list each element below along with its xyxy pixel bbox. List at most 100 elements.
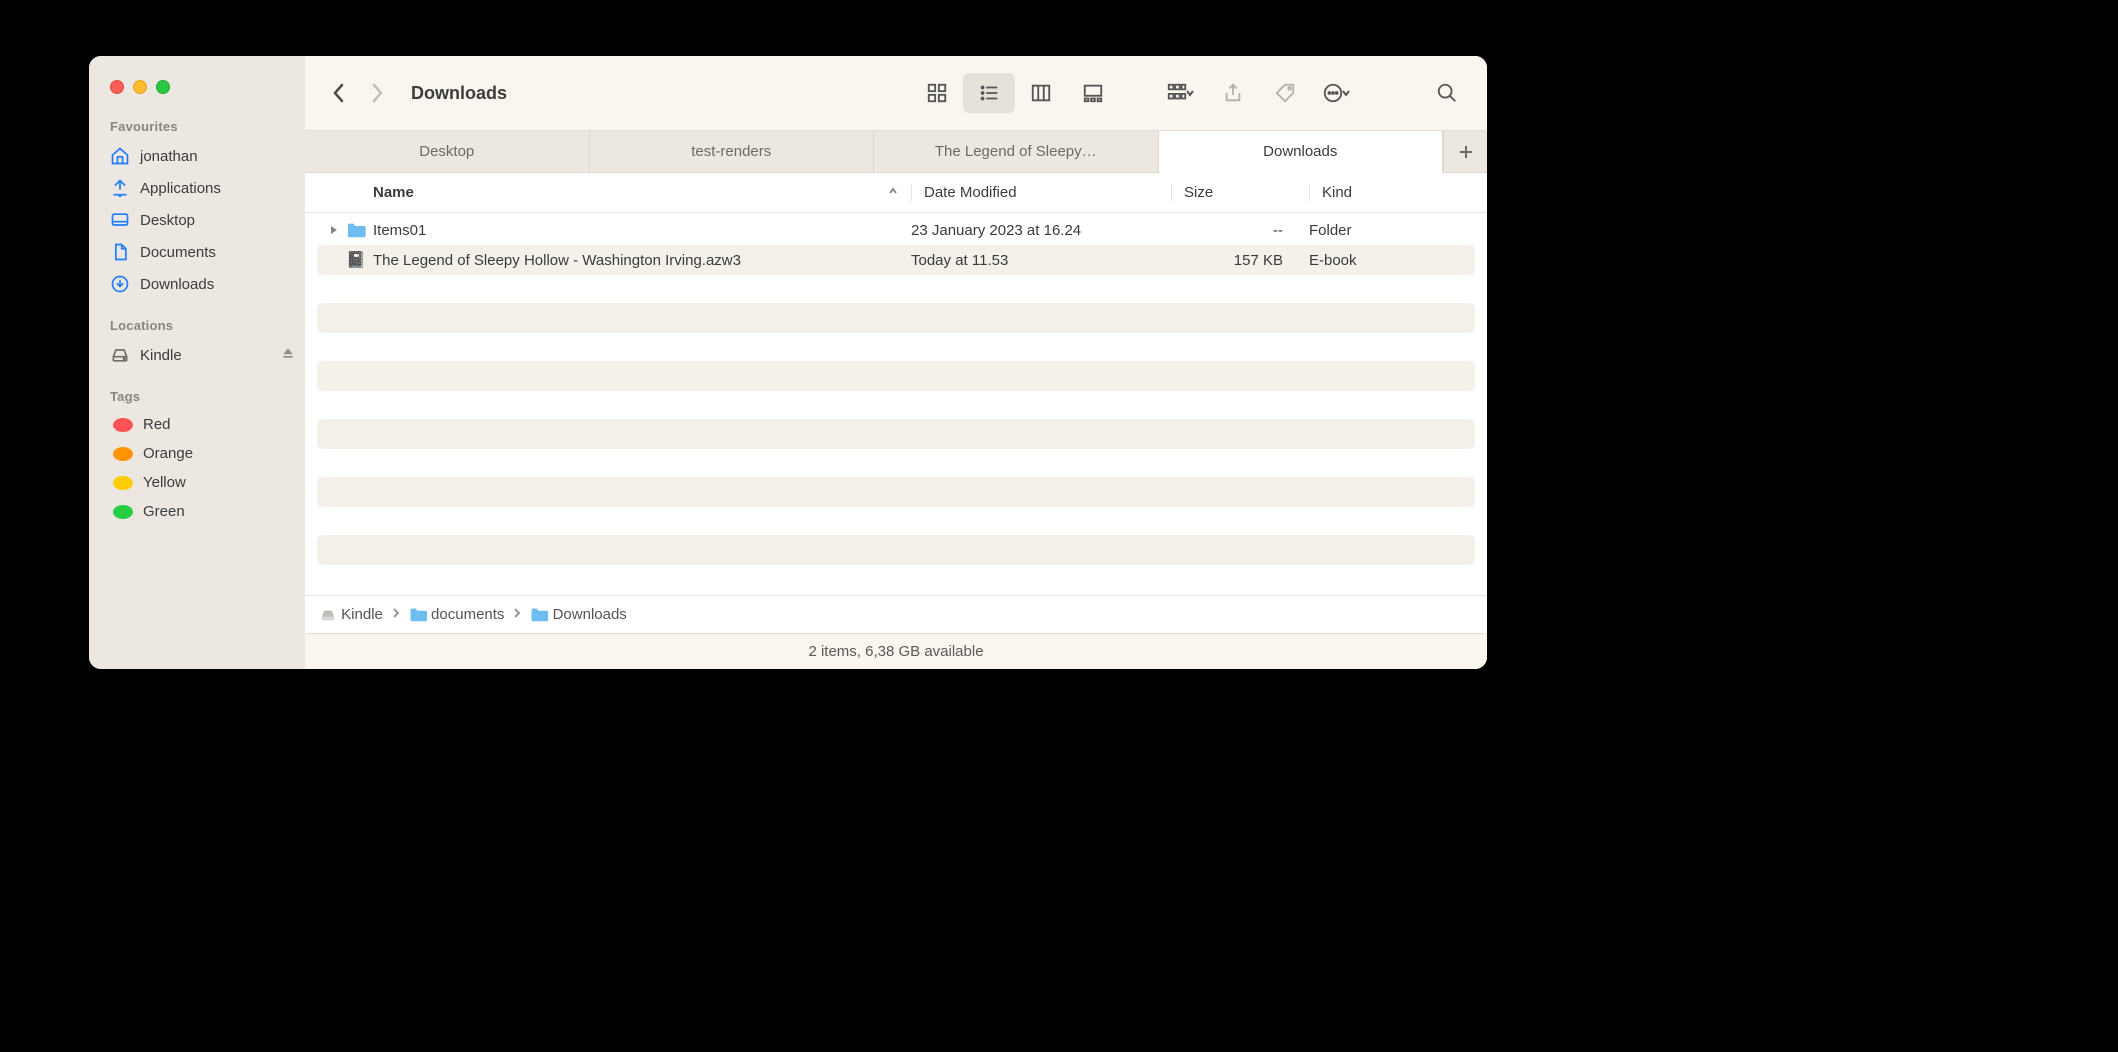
tag-dot-icon — [113, 476, 133, 490]
download-icon — [110, 274, 130, 294]
sidebar-item-label: Orange — [143, 445, 295, 462]
column-headers: Name Date Modified Size Kind — [305, 173, 1487, 213]
minimize-window-button[interactable] — [133, 80, 147, 94]
view-columns-button[interactable] — [1015, 73, 1067, 113]
sidebar-item-documents[interactable]: Documents — [89, 236, 305, 268]
sort-ascending-icon — [887, 184, 899, 201]
column-header-date[interactable]: Date Modified — [911, 184, 1171, 201]
empty-row: . — [317, 419, 1475, 449]
path-segment-kindle[interactable]: Kindle — [319, 606, 383, 624]
sidebar-header-tags: Tags — [89, 389, 305, 410]
column-header-size[interactable]: Size — [1171, 184, 1309, 201]
sidebar-header-locations: Locations — [89, 318, 305, 339]
toolbar: Downloads — [305, 56, 1487, 131]
desktop-icon — [110, 210, 130, 230]
list-spacer — [317, 449, 1475, 477]
list-spacer — [317, 333, 1475, 361]
column-header-label: Kind — [1322, 184, 1352, 201]
sidebar-tag-yellow[interactable]: Yellow — [89, 468, 305, 497]
column-header-label: Date Modified — [924, 184, 1017, 201]
applications-icon — [110, 178, 130, 198]
tag-dot-icon — [113, 447, 133, 461]
sidebar-tag-green[interactable]: Green — [89, 497, 305, 526]
sidebar-item-home[interactable]: jonathan — [89, 140, 305, 172]
disclosure-triangle-icon[interactable] — [323, 222, 345, 239]
tab-label: test-renders — [691, 143, 771, 160]
empty-row: . — [317, 303, 1475, 333]
path-label: Downloads — [553, 606, 627, 623]
empty-row: . — [317, 477, 1475, 507]
file-list: Items01 23 January 2023 at 16.24 -- Fold… — [305, 213, 1487, 595]
search-button[interactable] — [1425, 73, 1469, 113]
new-tab-button[interactable] — [1443, 131, 1487, 172]
column-header-label: Name — [373, 184, 414, 201]
column-header-kind[interactable]: Kind — [1309, 184, 1487, 201]
document-icon — [110, 242, 130, 262]
tab-bar: Desktop test-renders The Legend of Sleep… — [305, 131, 1487, 173]
drive-icon — [319, 606, 337, 624]
file-row-ebook[interactable]: 📓 The Legend of Sleepy Hollow - Washingt… — [317, 245, 1475, 275]
tab-desktop[interactable]: Desktop — [305, 131, 590, 172]
more-actions-button[interactable] — [1315, 73, 1359, 113]
view-list-button[interactable] — [963, 73, 1015, 113]
file-size: 157 KB — [1159, 252, 1297, 269]
chevron-right-icon — [391, 606, 401, 623]
folder-icon — [530, 607, 548, 622]
tags-button[interactable] — [1263, 73, 1307, 113]
path-segment-documents[interactable]: documents — [409, 606, 505, 623]
close-window-button[interactable] — [110, 80, 124, 94]
tag-dot-icon — [113, 505, 133, 519]
sidebar-item-label: jonathan — [140, 148, 295, 165]
status-text: 2 items, 6,38 GB available — [808, 643, 983, 660]
sidebar-item-label: Desktop — [140, 212, 295, 229]
external-drive-icon — [110, 345, 130, 365]
status-bar: 2 items, 6,38 GB available — [305, 633, 1487, 669]
sidebar-item-label: Applications — [140, 180, 295, 197]
empty-row: . — [317, 361, 1475, 391]
sidebar-header-favourites: Favourites — [89, 119, 305, 140]
list-spacer — [317, 391, 1475, 419]
sidebar-tag-orange[interactable]: Orange — [89, 439, 305, 468]
sidebar-item-label: Green — [143, 503, 295, 520]
file-kind: Folder — [1297, 222, 1475, 239]
tab-label: The Legend of Sleepy… — [935, 143, 1097, 160]
sidebar-item-downloads[interactable]: Downloads — [89, 268, 305, 300]
column-header-label: Size — [1184, 184, 1213, 201]
sidebar: Favourites jonathan Applications Desktop… — [89, 56, 305, 669]
tab-downloads[interactable]: Downloads — [1159, 131, 1444, 173]
file-date: 23 January 2023 at 16.24 — [899, 222, 1159, 239]
fullscreen-window-button[interactable] — [156, 80, 170, 94]
file-size: -- — [1159, 222, 1297, 239]
tab-label: Downloads — [1263, 143, 1337, 160]
back-button[interactable] — [331, 83, 347, 103]
folder-icon — [345, 222, 367, 238]
sidebar-item-applications[interactable]: Applications — [89, 172, 305, 204]
sidebar-item-label: Documents — [140, 244, 295, 261]
view-icons-button[interactable] — [911, 73, 963, 113]
file-date: Today at 11.53 — [899, 252, 1159, 269]
window-controls — [89, 80, 305, 119]
chevron-right-icon — [512, 606, 522, 623]
sidebar-item-label: Yellow — [143, 474, 295, 491]
path-label: Kindle — [341, 606, 383, 623]
share-button[interactable] — [1211, 73, 1255, 113]
sidebar-favourites-group: Favourites jonathan Applications Desktop… — [89, 119, 305, 300]
finder-window: Favourites jonathan Applications Desktop… — [89, 56, 1487, 669]
sidebar-item-kindle[interactable]: Kindle — [89, 339, 305, 371]
view-gallery-button[interactable] — [1067, 73, 1119, 113]
forward-button[interactable] — [369, 83, 385, 103]
list-spacer — [317, 507, 1475, 535]
nav-arrows — [331, 83, 385, 103]
list-spacer — [317, 275, 1475, 303]
sidebar-tag-red[interactable]: Red — [89, 410, 305, 439]
tab-sleepy-hollow[interactable]: The Legend of Sleepy… — [874, 131, 1159, 172]
file-row-folder[interactable]: Items01 23 January 2023 at 16.24 -- Fold… — [317, 215, 1475, 245]
window-title: Downloads — [411, 83, 507, 104]
sidebar-item-label: Kindle — [140, 347, 271, 364]
group-by-button[interactable] — [1159, 73, 1203, 113]
eject-icon[interactable] — [281, 346, 295, 364]
column-header-name[interactable]: Name — [305, 184, 911, 201]
tab-test-renders[interactable]: test-renders — [590, 131, 875, 172]
sidebar-item-desktop[interactable]: Desktop — [89, 204, 305, 236]
path-segment-downloads[interactable]: Downloads — [530, 606, 626, 623]
